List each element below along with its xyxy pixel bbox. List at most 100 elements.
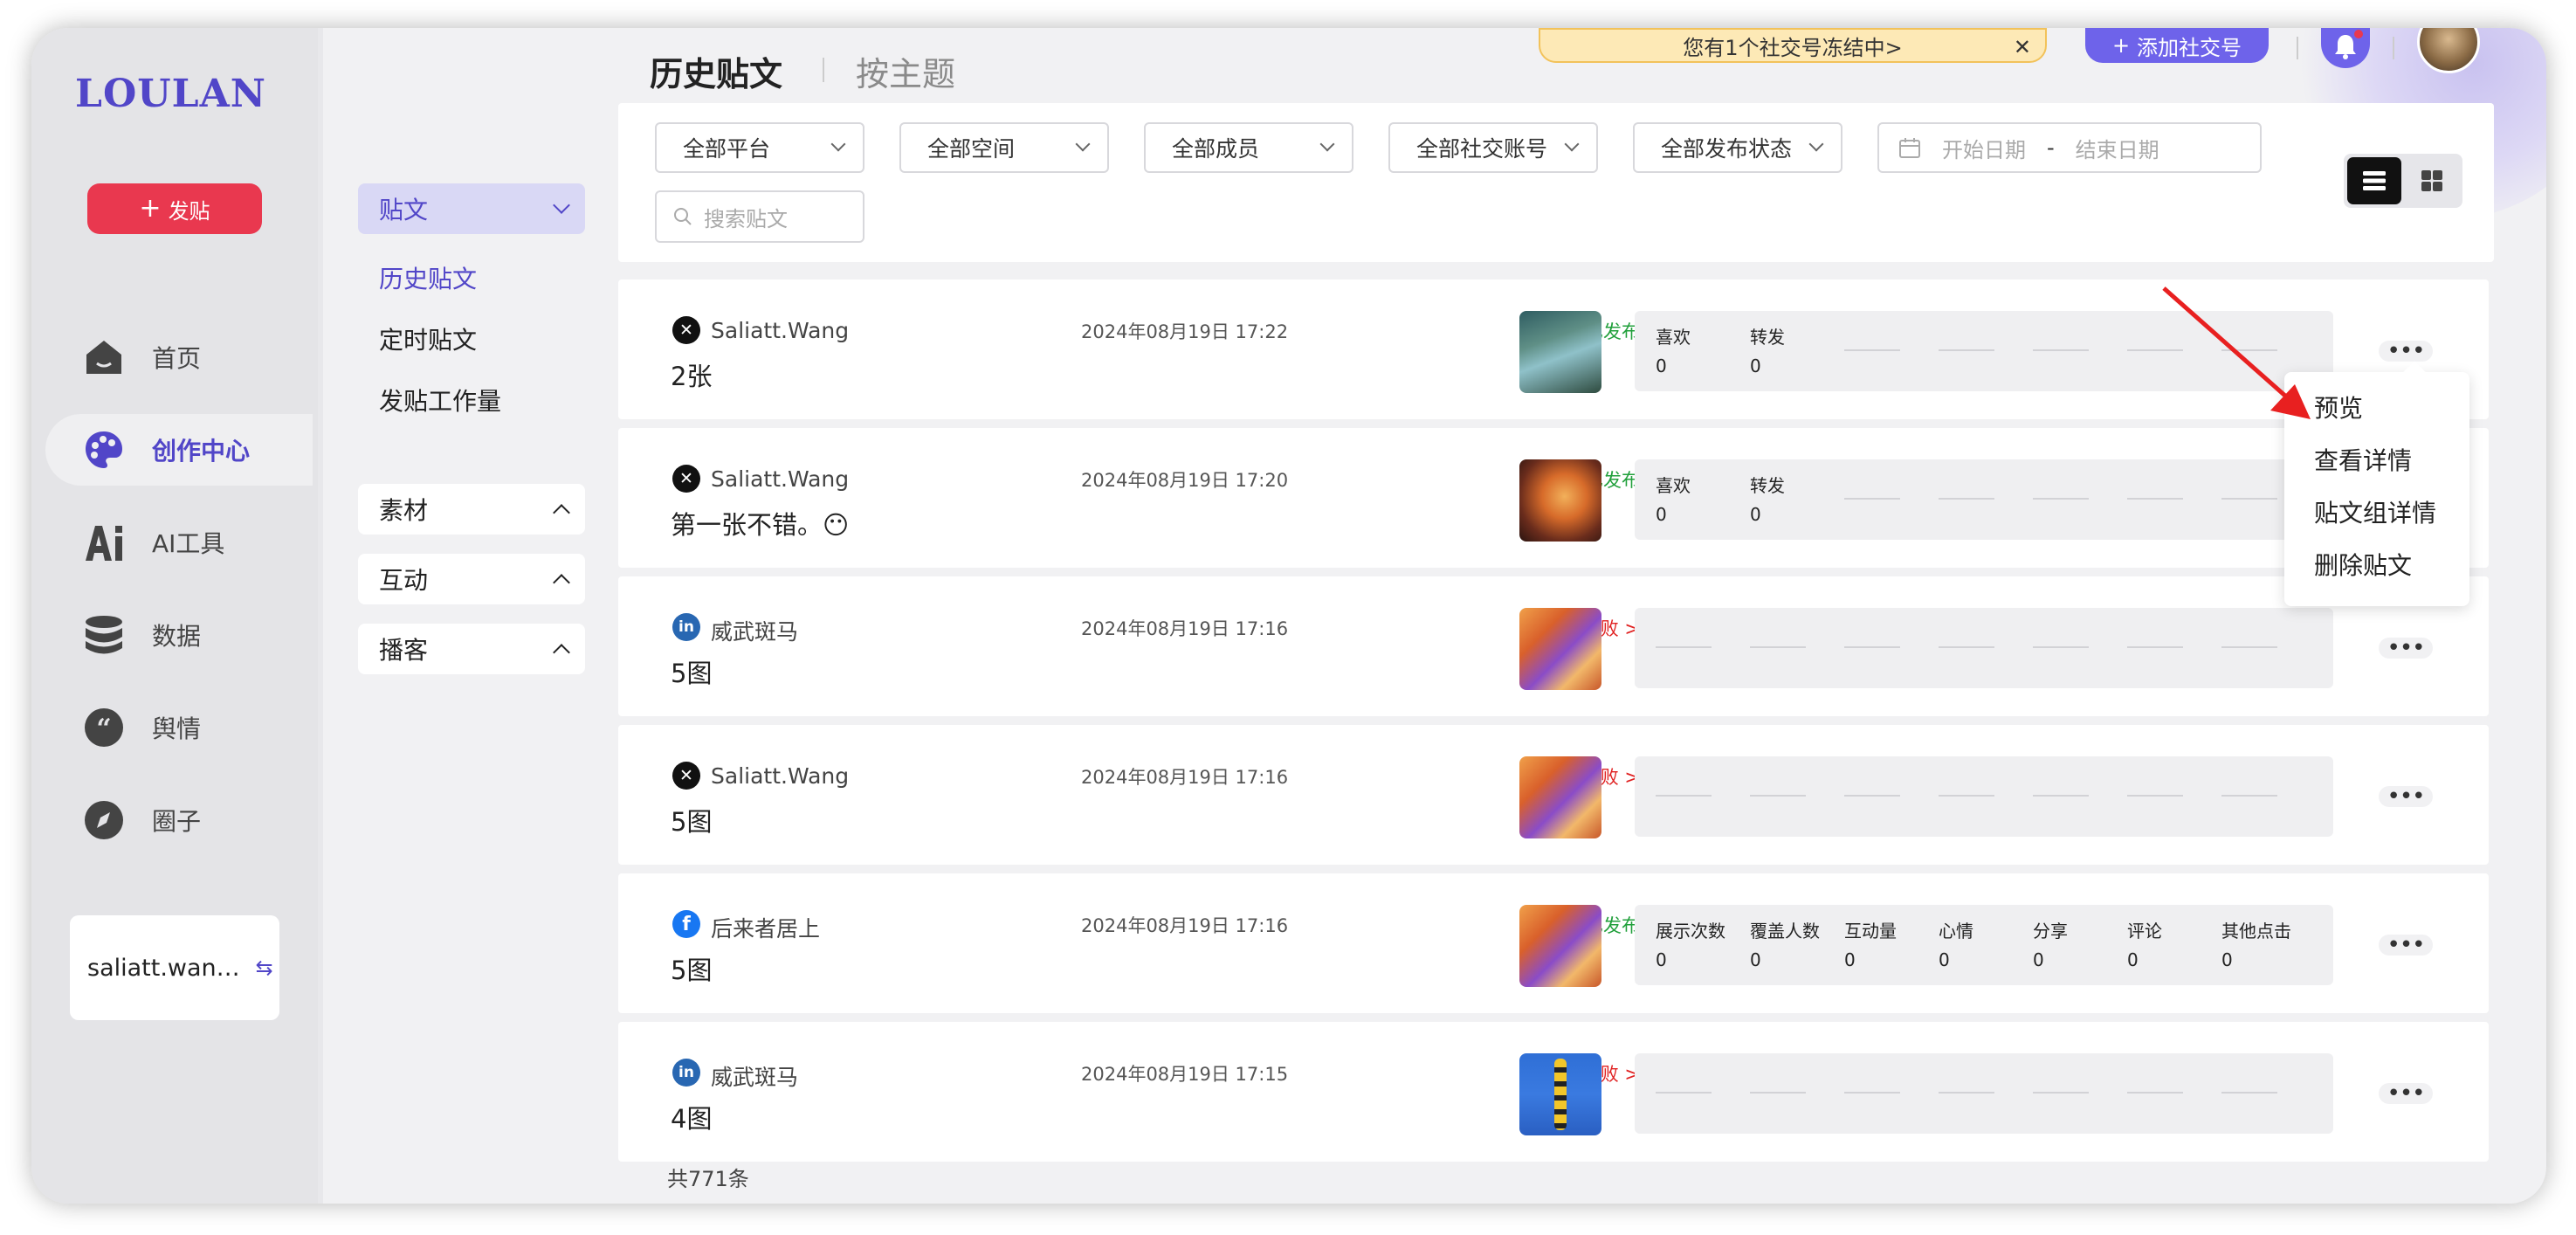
ellipsis-icon: ••• (2387, 783, 2425, 810)
more-options-button[interactable]: ••• (2379, 934, 2433, 956)
platform-filter[interactable]: 全部平台 (655, 122, 864, 173)
subnav-group-podcast[interactable]: 播客 (358, 624, 585, 674)
post-author: Saliatt.Wang (711, 763, 850, 789)
post-author: 后来者居上 (711, 916, 821, 942)
post-thumbnail[interactable] (1519, 756, 1601, 838)
stat-placeholder (1939, 498, 1994, 500)
stat-value: 0 (1656, 355, 1667, 376)
stat-value: 0 (1750, 355, 1761, 376)
close-icon[interactable]: ✕ (2014, 35, 2031, 59)
tab-by-topic[interactable]: 按主题 (856, 47, 955, 95)
member-filter[interactable]: 全部成员 (1144, 122, 1353, 173)
stat-placeholder (2033, 349, 2089, 351)
end-date-field[interactable]: 结束日期 (2076, 133, 2159, 163)
post-stats (1635, 608, 2333, 688)
nav-label: 圈子 (152, 807, 202, 836)
filter-bar: 全部平台 全部空间 全部成员 全部社交账号 全部发布状态 开始日期 - 结束日期… (618, 103, 2494, 262)
more-options-button[interactable]: ••• (2379, 637, 2433, 659)
account-filter[interactable]: 全部社交账号 (1388, 122, 1598, 173)
nav-item-sentiment[interactable]: “ 舆情 (45, 692, 313, 763)
frozen-account-notice[interactable]: 您有1个社交号冻结中> ✕ (1539, 28, 2047, 63)
menu-item-delete-post[interactable]: 删除贴文 (2314, 547, 2412, 582)
post-content[interactable]: 第一张不错。😶 (671, 505, 849, 542)
start-date-field[interactable]: 开始日期 (1942, 133, 2026, 163)
subnav-scheduled-posts[interactable]: 定时贴文 (379, 321, 477, 356)
post-thumbnail[interactable] (1519, 608, 1601, 690)
menu-item-group-details[interactable]: 贴文组详情 (2314, 494, 2436, 529)
subnav-posts-header[interactable]: 贴文 (358, 183, 585, 234)
stat-placeholder (2127, 498, 2183, 500)
nav-item-data[interactable]: 数据 (45, 599, 313, 671)
date-range-picker[interactable]: 开始日期 - 结束日期 (1877, 122, 2262, 173)
status-filter-value: 全部发布状态 (1661, 136, 1793, 162)
search-input[interactable]: 搜索贴文 (655, 190, 864, 243)
stat-item: 转发 0 (1750, 323, 1785, 376)
post-thumbnail[interactable] (1519, 459, 1601, 542)
post-row[interactable]: ✕Saliatt.Wang5图2024年08月19日 17:16发布失败 >••… (618, 725, 2489, 865)
chevron-up-icon (553, 574, 570, 591)
more-options-button[interactable]: ••• (2379, 1082, 2433, 1105)
stat-placeholder (2033, 498, 2089, 500)
subnav-group-interaction[interactable]: 互动 (358, 554, 585, 604)
post-content[interactable]: 5图 (671, 802, 712, 838)
nav-item-ai-tools[interactable]: AI工具 (45, 507, 313, 578)
notification-bell[interactable] (2321, 28, 2370, 68)
list-view-button[interactable] (2347, 157, 2401, 204)
avatar[interactable] (2417, 28, 2480, 73)
stat-item: 互动量 0 (1844, 917, 1897, 970)
post-row[interactable]: ✕ Saliatt.Wang 第一张不错。😶 2024年08月19日 17:20 已发布… (618, 428, 2489, 568)
chevron-up-icon (553, 504, 570, 521)
post-content[interactable]: 5图 (671, 950, 712, 987)
nav-item-creation-center[interactable]: 创作中心 (45, 414, 313, 486)
nav-item-circle[interactable]: 圈子 (45, 784, 313, 856)
post-row[interactable]: in威武斑马5图2024年08月19日 17:16发布失败 >••• (618, 576, 2489, 716)
app-window: LOULAN + 发贴 首页 创作中心 AI工具 数据 “ 舆情 圈子 sali… (31, 28, 2546, 1204)
subnav-group-materials[interactable]: 素材 (358, 484, 585, 535)
swap-icon[interactable]: ⇆ (256, 956, 273, 980)
account-switcher[interactable]: saliatt.wan… ⇆ (70, 915, 279, 1020)
stat-placeholder (2033, 795, 2089, 797)
post-thumbnail[interactable] (1519, 311, 1601, 393)
stat-item: 覆盖人数 0 (1750, 917, 1820, 970)
subnav-history-posts[interactable]: 历史贴文 (379, 260, 477, 295)
stat-label: 展示次数 (1656, 921, 1725, 942)
stat-item: 展示次数 0 (1656, 917, 1725, 970)
post-thumbnail[interactable] (1519, 905, 1601, 987)
tab-history-posts[interactable]: 历史贴文 (650, 47, 782, 95)
post-thumbnail[interactable] (1519, 1053, 1601, 1135)
nav-label: 首页 (152, 344, 202, 373)
nav-item-home[interactable]: 首页 (45, 321, 313, 393)
grid-view-button[interactable] (2405, 157, 2459, 204)
more-options-button[interactable]: ••• (2379, 340, 2433, 362)
compass-icon (82, 798, 126, 842)
post-time: 2024年08月19日 17:16 (1081, 618, 1289, 639)
post-stats (1635, 756, 2333, 837)
post-content[interactable]: 5图 (671, 653, 712, 690)
subnav-post-workload[interactable]: 发贴工作量 (379, 383, 501, 417)
stat-placeholder (1939, 795, 1994, 797)
stat-value: 0 (1656, 949, 1667, 970)
menu-item-view-details[interactable]: 查看详情 (2314, 442, 2412, 477)
post-stats: 展示次数 0 覆盖人数 0 互动量 0 心情 0 分享 0 评论 0 其他点击 0 (1635, 905, 2333, 985)
search-icon (674, 208, 692, 225)
post-stats: 喜欢 0 转发 0 (1635, 459, 2333, 540)
space-filter[interactable]: 全部空间 (899, 122, 1109, 173)
plus-icon: + (139, 193, 162, 224)
stat-label: 喜欢 (1656, 475, 1691, 496)
stat-label: 覆盖人数 (1750, 921, 1820, 942)
stat-placeholder (1750, 646, 1806, 648)
list-icon (2363, 171, 2386, 190)
post-content[interactable]: 2张 (671, 356, 712, 393)
post-content[interactable]: 4图 (671, 1099, 712, 1135)
platform-filter-value: 全部平台 (683, 136, 771, 162)
post-row[interactable]: in威武斑马4图2024年08月19日 17:15发布失败 >••• (618, 1022, 2489, 1162)
stat-placeholder (1844, 1092, 1900, 1094)
post-row[interactable]: f 后来者居上 5图 2024年08月19日 17:16 已发布 展示次数 0 覆盖人数 0 互动… (618, 873, 2489, 1013)
database-icon (82, 613, 126, 657)
home-icon (82, 335, 126, 379)
status-filter[interactable]: 全部发布状态 (1633, 122, 1842, 173)
more-options-button[interactable]: ••• (2379, 783, 2433, 810)
new-post-button[interactable]: + 发贴 (87, 183, 262, 234)
add-social-account-button[interactable]: + 添加社交号 (2085, 28, 2269, 63)
header-divider (2297, 37, 2298, 59)
